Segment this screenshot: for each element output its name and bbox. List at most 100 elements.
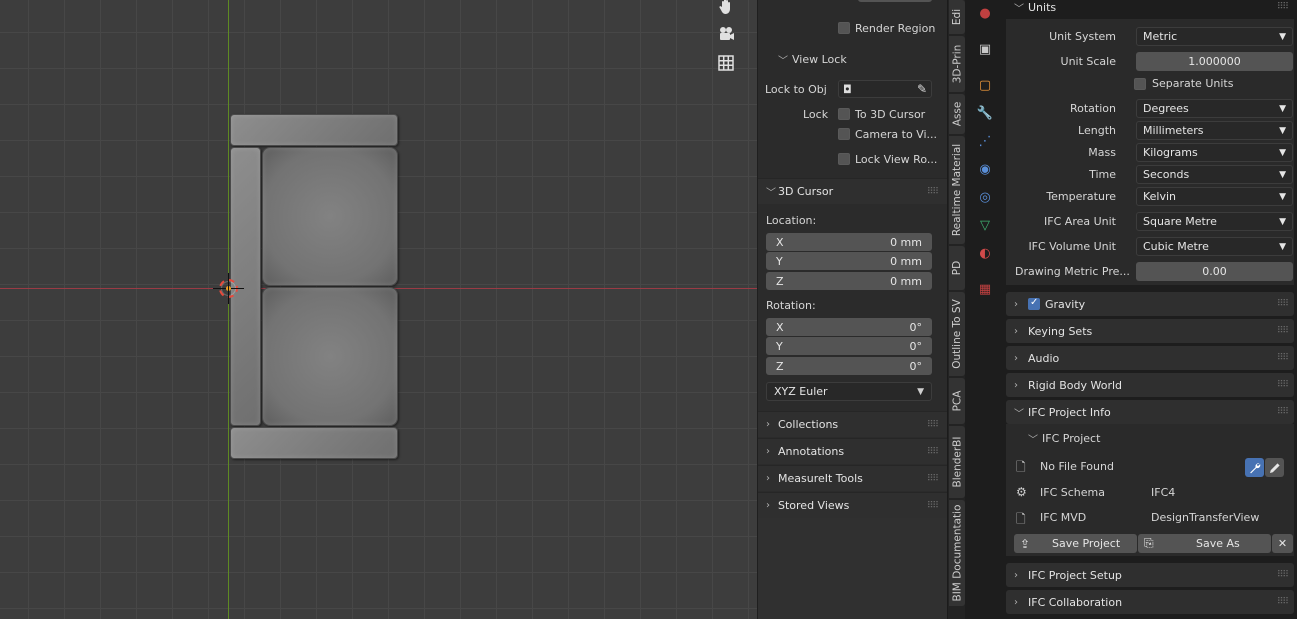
material-icon[interactable]: ◐ <box>976 244 994 262</box>
ifc-area-unit-dropdown[interactable]: Square Metre ▼ <box>1136 212 1293 231</box>
ifc-project-setup-header[interactable]: › IFC Project Setup ⠿⠿ <box>1006 563 1294 587</box>
constraints-icon[interactable]: ◎ <box>976 188 994 206</box>
ifc-project-subheader[interactable]: ﹀ IFC Project <box>1028 428 1100 448</box>
truncated-field[interactable] <box>858 0 932 2</box>
lock-object-field[interactable]: ◘ ✎ <box>838 80 932 98</box>
tab-assets[interactable]: Asse <box>949 94 965 134</box>
camera-to-view-checkbox[interactable] <box>838 128 850 140</box>
drag-grip-icon[interactable]: ⠿⠿ <box>1277 353 1289 363</box>
units-header[interactable]: ﹀ Units ⠿⠿ <box>1006 0 1294 19</box>
camera-to-view-row[interactable]: Camera to Vi... <box>758 124 948 144</box>
stored-views-header[interactable]: › Stored Views ⠿⠿ <box>758 492 948 518</box>
annotations-header[interactable]: › Annotations ⠿⠿ <box>758 438 948 464</box>
rotation-x-field[interactable]: X 0° <box>766 318 932 336</box>
tab-bim-documentation[interactable]: BIM Documentatio <box>949 500 965 606</box>
unit-system-value: Metric <box>1143 30 1178 43</box>
tab-pca[interactable]: PCA <box>949 378 965 424</box>
tab-realtime-material[interactable]: Realtime Material <box>949 136 965 244</box>
keying-sets-title: Keying Sets <box>1028 324 1093 338</box>
mvd-file-icon: 🗋 <box>1016 512 1026 526</box>
drag-grip-icon[interactable]: ⠿⠿ <box>927 447 939 457</box>
drag-grip-icon[interactable]: ⠿⠿ <box>927 501 939 511</box>
mass-units-dropdown[interactable]: Kilograms ▼ <box>1136 143 1293 162</box>
location-z-field[interactable]: Z 0 mm <box>766 272 932 290</box>
audio-title: Audio <box>1028 351 1060 365</box>
drag-grip-icon[interactable]: ⠿⠿ <box>1277 570 1289 580</box>
view-lock-title: View Lock <box>792 52 847 66</box>
drag-grip-icon[interactable]: ⠿⠿ <box>927 474 939 484</box>
3d-cursor-icon[interactable] <box>213 273 244 304</box>
separate-units-checkbox[interactable] <box>1134 77 1146 90</box>
length-units-dropdown[interactable]: Millimeters ▼ <box>1136 121 1293 140</box>
drag-grip-icon[interactable]: ⠿⠿ <box>927 420 939 430</box>
tab-blenderbim[interactable]: BlenderBI <box>949 426 965 498</box>
to-3d-cursor-checkbox[interactable] <box>838 108 850 120</box>
particles-icon[interactable]: ⋰ <box>976 132 994 150</box>
rotation-mode-dropdown[interactable]: XYZ Euler ▼ <box>766 382 932 401</box>
texture-icon[interactable]: ▦ <box>976 280 994 298</box>
save-project-button[interactable]: ⇪ Save Project <box>1014 534 1137 553</box>
chevron-down-icon: ﹀ <box>1028 434 1038 446</box>
lock-view-rotation-row[interactable]: Lock View Ro... <box>758 149 948 169</box>
separate-units-row[interactable]: Separate Units <box>1134 77 1233 90</box>
location-x-field[interactable]: X 0 mm <box>766 233 932 251</box>
unit-scale-label: Unit Scale <box>1060 55 1116 68</box>
tab-pd[interactable]: PD <box>949 246 965 290</box>
drag-grip-icon[interactable]: ⠿⠿ <box>1277 299 1289 309</box>
physics-icon[interactable]: ◉ <box>976 160 994 178</box>
ifc-project-info-header[interactable]: ﹀ IFC Project Info ⠿⠿ <box>1006 400 1294 424</box>
drag-grip-icon[interactable]: ⠿⠿ <box>1277 597 1289 607</box>
chevron-down-icon: ﹀ <box>766 188 776 199</box>
3d-viewport[interactable] <box>0 0 757 619</box>
edit-pencil-icon[interactable] <box>1265 458 1284 477</box>
render-region-row[interactable]: Render Region <box>758 18 948 38</box>
ifc-collaboration-header[interactable]: › IFC Collaboration ⠿⠿ <box>1006 590 1294 614</box>
grid-icon[interactable] <box>713 50 739 76</box>
tab-outline-to-sv[interactable]: Outline To SV <box>949 292 965 376</box>
drag-grip-icon[interactable]: ⠿⠿ <box>1277 407 1289 417</box>
rigid-body-world-header[interactable]: › Rigid Body World ⠿⠿ <box>1006 373 1294 397</box>
3d-cursor-header[interactable]: ﹀ 3D Cursor ⠿⠿ <box>758 178 948 204</box>
rotation-units-dropdown[interactable]: Degrees ▼ <box>1136 99 1293 118</box>
lock-to-3d-cursor-row[interactable]: Lock To 3D Cursor <box>758 104 948 124</box>
keying-sets-header[interactable]: › Keying Sets ⠿⠿ <box>1006 319 1294 343</box>
world-icon[interactable]: ● <box>976 4 994 22</box>
render-region-checkbox[interactable] <box>838 22 850 34</box>
tab-3d-print[interactable]: 3D-Prin <box>949 36 965 92</box>
object-icon[interactable]: ▢ <box>976 76 994 94</box>
close-icon[interactable]: ✕ <box>1272 534 1293 553</box>
measureit-tools-header[interactable]: › MeasureIt Tools ⠿⠿ <box>758 465 948 491</box>
lock-view-rotation-checkbox[interactable] <box>838 153 850 165</box>
unit-scale-field[interactable]: 1.000000 <box>1136 52 1293 71</box>
wrench-icon[interactable] <box>1245 458 1264 477</box>
to-3d-cursor-label: To 3D Cursor <box>855 107 926 121</box>
chevron-right-icon: › <box>1014 352 1018 364</box>
rotation-y-field[interactable]: Y 0° <box>766 337 932 355</box>
sidebar-n-panel: Render Region ﹀ View Lock Lock to Obj ◘ … <box>757 0 948 619</box>
hand-icon[interactable] <box>713 0 739 19</box>
unit-system-dropdown[interactable]: Metric ▼ <box>1136 27 1293 46</box>
camera-icon[interactable] <box>713 21 739 47</box>
ifc-volume-unit-dropdown[interactable]: Cubic Metre ▼ <box>1136 237 1293 256</box>
rotation-z-field[interactable]: Z 0° <box>766 357 932 375</box>
wrench-icon[interactable]: 🔧 <box>976 104 994 122</box>
drawing-metric-precision-field[interactable]: 0.00 <box>1136 262 1293 281</box>
temperature-units-dropdown[interactable]: Kelvin ▼ <box>1136 187 1293 206</box>
time-units-dropdown[interactable]: Seconds ▼ <box>1136 165 1293 184</box>
ifc-volume-unit-label: IFC Volume Unit <box>1028 240 1116 253</box>
gravity-header[interactable]: › Gravity ⠿⠿ <box>1006 292 1294 316</box>
eyedropper-icon[interactable]: ✎ <box>917 82 927 96</box>
tab-edit[interactable]: Edi <box>949 0 965 34</box>
collections-header[interactable]: › Collections ⠿⠿ <box>758 411 948 437</box>
collection-box-icon[interactable]: ▣ <box>976 40 994 58</box>
audio-header[interactable]: › Audio ⠿⠿ <box>1006 346 1294 370</box>
drag-grip-icon[interactable]: ⠿⠿ <box>1277 380 1289 390</box>
view-lock-header[interactable]: ﹀ View Lock <box>758 49 948 69</box>
drag-grip-icon[interactable]: ⠿⠿ <box>927 187 939 197</box>
drag-grip-icon[interactable]: ⠿⠿ <box>1277 326 1289 336</box>
save-as-button[interactable]: ⎘ Save As <box>1138 534 1271 553</box>
drag-grip-icon[interactable]: ⠿⠿ <box>1277 2 1289 12</box>
gravity-checkbox[interactable] <box>1028 297 1040 310</box>
location-y-field[interactable]: Y 0 mm <box>766 252 932 270</box>
data-icon[interactable]: ▽ <box>976 216 994 234</box>
